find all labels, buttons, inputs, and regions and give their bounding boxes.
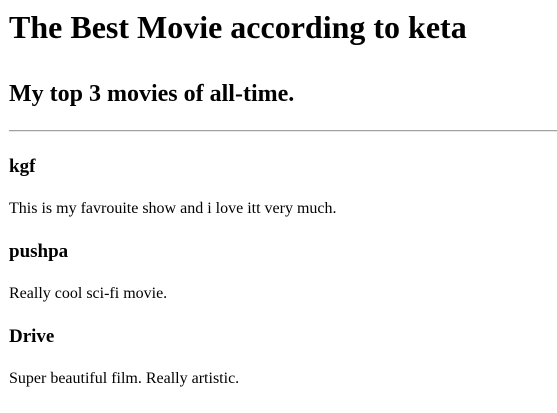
divider	[9, 130, 557, 132]
movie-title: Drive	[9, 326, 55, 347]
page-subtitle: My top 3 movies of all-time.	[9, 81, 295, 107]
movie-title: kgf	[9, 156, 36, 177]
movie-description: Really cool sci-fi movie.	[9, 285, 168, 302]
movie-description: Super beautiful film. Really artistic.	[9, 370, 240, 387]
movie-entry-pushpa: pushpa Really cool sci-fi movie.	[9, 241, 557, 303]
movie-title: pushpa	[9, 241, 69, 262]
movie-entry-drive: Drive Super beautiful film. Really artis…	[9, 326, 557, 388]
movie-description: This is my favrouite show and i love itt…	[9, 200, 337, 217]
page-content: The Best Movie according to keta My top …	[0, 9, 557, 388]
page-title: The Best Movie according to keta	[9, 9, 467, 45]
movie-entry-kgf: kgf This is my favrouite show and i love…	[9, 156, 557, 218]
